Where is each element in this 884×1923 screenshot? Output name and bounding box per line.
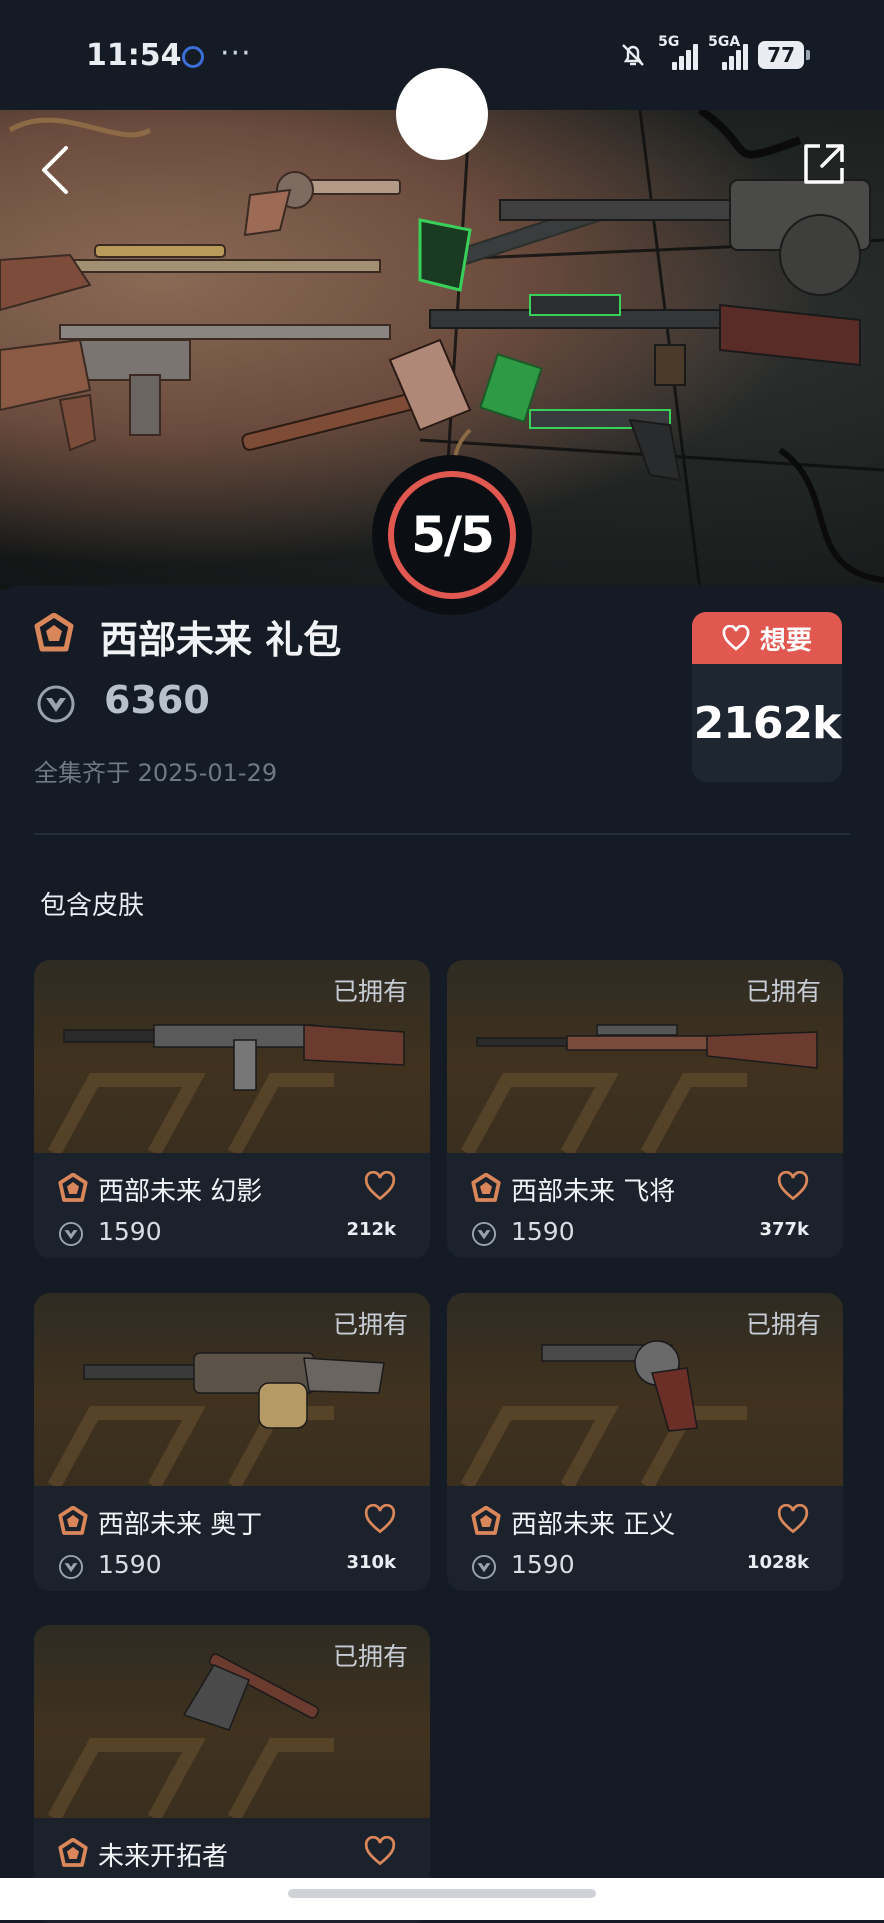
bundle-price: 6360 [104, 678, 210, 722]
valorant-points-icon [471, 1221, 497, 1247]
skin-card[interactable]: 已拥有 西部未来 奥丁 1590 310k [34, 1293, 430, 1591]
tier-icon [471, 1173, 501, 1202]
owned-label: 已拥有 [745, 977, 821, 1006]
owned-label: 已拥有 [332, 1310, 408, 1339]
skin-price: 1590 [511, 1550, 575, 1579]
status-indicators: 5G 5GA 77 [618, 34, 810, 70]
skin-name: 西部未来 正义 [511, 1510, 676, 1540]
mute-icon [618, 40, 648, 70]
home-indicator[interactable] [288, 1889, 596, 1898]
want-header: 想要 [692, 612, 842, 664]
back-button[interactable] [34, 140, 82, 200]
heart-icon[interactable] [364, 1504, 396, 1534]
heart-icon[interactable] [364, 1836, 396, 1866]
tier-icon [471, 1506, 501, 1535]
tier-icon [58, 1506, 88, 1535]
owned-label: 已拥有 [332, 977, 408, 1006]
valorant-points-icon [471, 1554, 497, 1580]
signal-5ga-icon: 5GA [708, 34, 749, 70]
divider [34, 833, 850, 835]
camera-cutout [396, 68, 488, 160]
more-notifications-icon: ··· [220, 36, 252, 71]
battery-indicator: 77 [758, 41, 810, 69]
skin-want-count: 212k [346, 1219, 396, 1240]
skin-name: 西部未来 幻影 [98, 1177, 263, 1207]
skin-image: 已拥有 [34, 960, 430, 1153]
skin-image: 已拥有 [447, 1293, 843, 1486]
network-label-5g: 5G [658, 34, 680, 50]
app-notification-icon [182, 46, 204, 68]
owned-label: 已拥有 [332, 1642, 408, 1671]
skin-price: 1590 [511, 1217, 575, 1246]
skin-price: 1590 [98, 1550, 162, 1579]
skin-image: 已拥有 [34, 1293, 430, 1486]
skin-name: 西部未来 奥丁 [98, 1510, 263, 1540]
valorant-points-icon [37, 685, 75, 723]
signal-5g-icon: 5G [658, 34, 699, 70]
skin-name: 未来开拓者 [98, 1842, 229, 1872]
heart-icon [722, 625, 750, 651]
owned-label: 已拥有 [745, 1310, 821, 1339]
collection-complete-date: 全集齐于 2025-01-29 [34, 759, 278, 787]
skin-card[interactable]: 已拥有 西部未来 飞将 1590 377k [447, 960, 843, 1258]
heart-icon[interactable] [777, 1171, 809, 1201]
valorant-points-icon [58, 1221, 84, 1247]
heart-icon[interactable] [364, 1171, 396, 1201]
collection-progress-badge: 5/5 [372, 455, 532, 615]
skin-want-count: 377k [759, 1219, 809, 1240]
valorant-points-icon [58, 1554, 84, 1580]
skin-card[interactable]: 已拥有 西部未来 正义 1590 1028k [447, 1293, 843, 1591]
heart-icon[interactable] [777, 1504, 809, 1534]
skin-image: 已拥有 [447, 960, 843, 1153]
tier-icon [34, 613, 74, 652]
skin-want-count: 1028k [746, 1552, 809, 1573]
skin-price: 1590 [98, 1217, 162, 1246]
want-count: 2162k [693, 698, 842, 749]
navigation-bar [0, 1878, 884, 1920]
skin-want-count: 310k [346, 1552, 396, 1573]
skin-image: 已拥有 [34, 1625, 430, 1818]
tier-icon [58, 1838, 88, 1867]
status-time: 11:54 [86, 38, 182, 73]
included-skins-title: 包含皮肤 [40, 891, 145, 921]
tier-icon [58, 1173, 88, 1202]
bundle-title: 西部未来 礼包 [100, 618, 342, 662]
share-button[interactable] [800, 140, 848, 188]
skin-name: 西部未来 飞将 [511, 1177, 676, 1207]
collection-progress: 5/5 [411, 506, 495, 564]
share-icon [804, 144, 844, 184]
want-label: 想要 [759, 625, 812, 656]
want-button[interactable]: 想要 2162k [692, 612, 842, 782]
network-label-5ga: 5GA [708, 34, 741, 50]
skin-card[interactable]: 已拥有 西部未来 幻影 1590 212k [34, 960, 430, 1258]
